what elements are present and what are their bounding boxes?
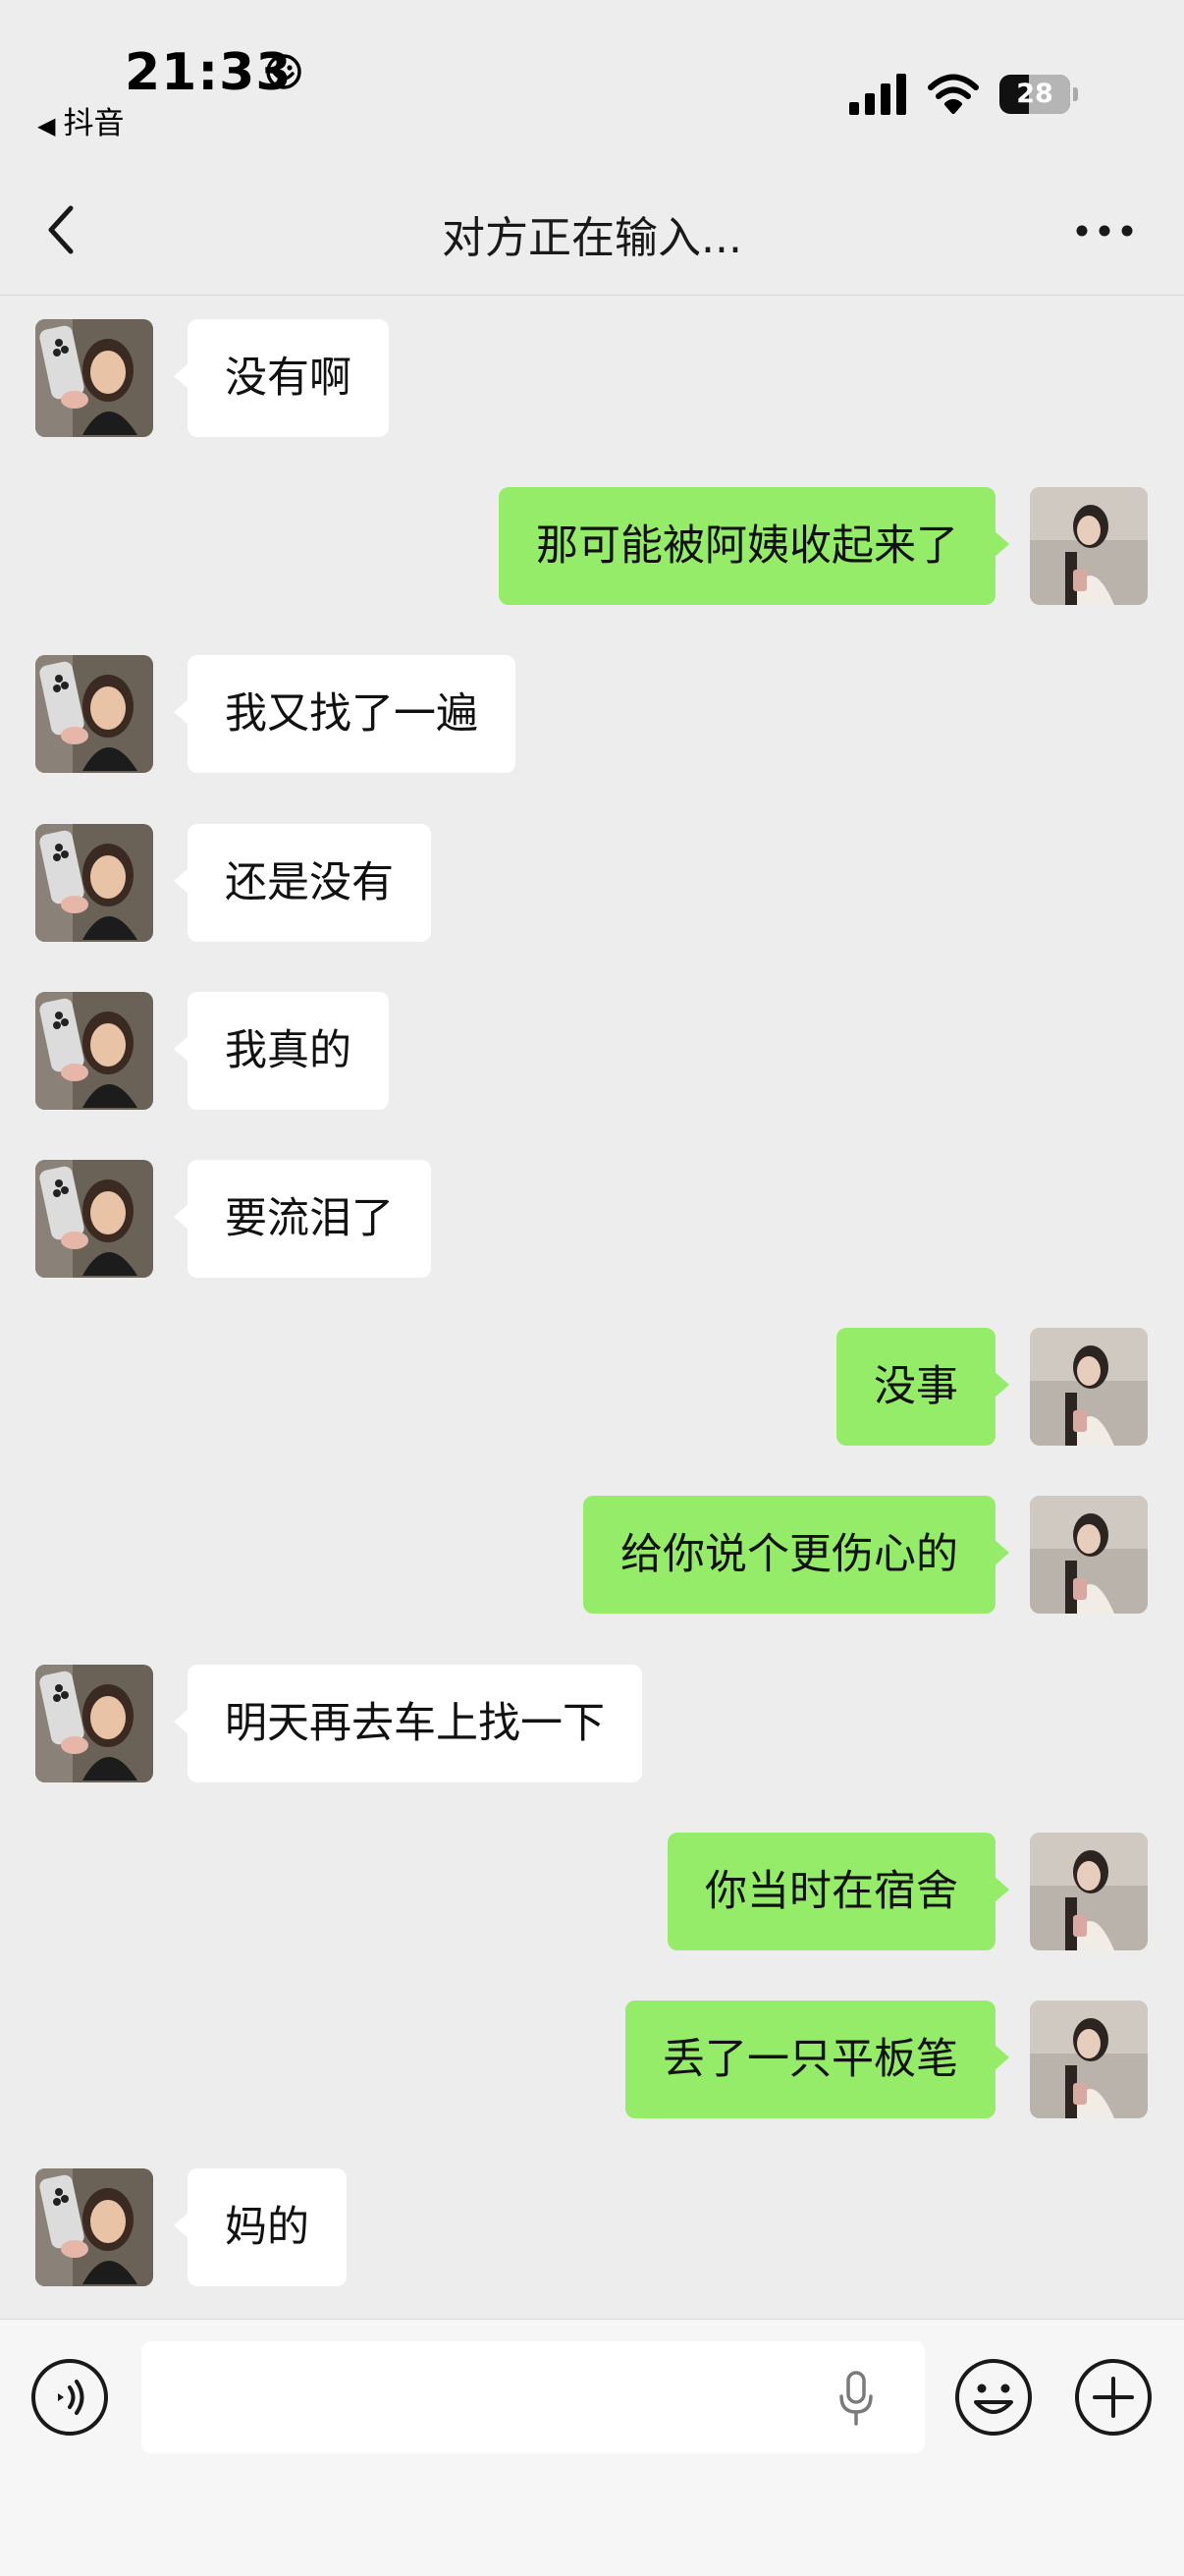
contact-avatar[interactable] bbox=[35, 319, 153, 437]
incoming-message: 明天再去车上找一下 bbox=[0, 1665, 1184, 1782]
message-bubble[interactable]: 给你说个更伤心的 bbox=[583, 1496, 1009, 1614]
contact-avatar[interactable] bbox=[35, 1160, 153, 1278]
contact-avatar[interactable] bbox=[35, 824, 153, 942]
message-bubble[interactable]: 还是没有 bbox=[174, 824, 431, 942]
battery-indicator: 28 bbox=[999, 75, 1078, 114]
incoming-message: 还是没有 bbox=[0, 824, 1184, 942]
smiley-icon bbox=[266, 54, 301, 89]
message-input[interactable] bbox=[141, 2341, 925, 2453]
back-triangle-icon: ◀ bbox=[37, 112, 56, 139]
incoming-message: 我又找了一遍 bbox=[0, 655, 1184, 773]
contact-avatar[interactable] bbox=[35, 655, 153, 773]
cellular-signal-icon bbox=[849, 74, 906, 115]
chat-header: 对方正在输入... bbox=[0, 167, 1184, 296]
outgoing-message: 给你说个更伤心的 bbox=[0, 1496, 1184, 1614]
wifi-icon bbox=[928, 74, 979, 114]
contact-avatar[interactable] bbox=[35, 1665, 153, 1782]
message-bubble[interactable]: 我真的 bbox=[174, 992, 389, 1110]
message-list[interactable]: 没有啊 那可能被阿姨收起来了我又找了一遍 还是没有我真的要流泪了没事给你说个更伤心的… bbox=[0, 296, 1184, 2319]
my-avatar[interactable] bbox=[1030, 1833, 1148, 1950]
microphone-icon[interactable] bbox=[836, 2369, 876, 2428]
plus-icon[interactable] bbox=[1073, 2357, 1154, 2438]
status-bar: 21:33 ◀ 抖音 28 bbox=[0, 0, 1184, 167]
message-bubble[interactable]: 没有啊 bbox=[174, 319, 389, 437]
outgoing-message: 没事 bbox=[0, 1328, 1184, 1446]
incoming-message: 妈的 bbox=[0, 2168, 1184, 2286]
message-bubble[interactable]: 我又找了一遍 bbox=[174, 655, 515, 773]
message-bubble[interactable]: 那可能被阿姨收起来了 bbox=[499, 487, 1009, 605]
message-bubble[interactable]: 要流泪了 bbox=[174, 1160, 431, 1278]
emoji-icon[interactable] bbox=[953, 2357, 1034, 2438]
voice-icon[interactable] bbox=[29, 2357, 110, 2438]
battery-level: 28 bbox=[1016, 79, 1053, 109]
contact-avatar[interactable] bbox=[35, 2168, 153, 2286]
incoming-message: 要流泪了 bbox=[0, 1160, 1184, 1278]
incoming-message: 我真的 bbox=[0, 992, 1184, 1110]
my-avatar[interactable] bbox=[1030, 1328, 1148, 1446]
back-to-app-link[interactable]: ◀ 抖音 bbox=[37, 98, 124, 142]
message-bubble[interactable]: 丢了一只平板笔 bbox=[625, 2001, 1009, 2118]
message-bubble[interactable]: 没事 bbox=[836, 1328, 1009, 1446]
chat-title: 对方正在输入... bbox=[442, 213, 742, 263]
contact-avatar[interactable] bbox=[35, 992, 153, 1110]
my-avatar[interactable] bbox=[1030, 1496, 1148, 1614]
back-app-label: 抖音 bbox=[63, 106, 125, 141]
outgoing-message: 你当时在宿舍 bbox=[0, 1833, 1184, 1950]
more-options-icon[interactable] bbox=[1070, 216, 1139, 246]
input-bar bbox=[0, 2319, 1184, 2576]
my-avatar[interactable] bbox=[1030, 2001, 1148, 2118]
outgoing-message: 丢了一只平板笔 bbox=[0, 2001, 1184, 2118]
message-bubble[interactable]: 你当时在宿舍 bbox=[668, 1833, 1009, 1950]
my-avatar[interactable] bbox=[1030, 487, 1148, 605]
message-bubble[interactable]: 妈的 bbox=[174, 2168, 347, 2286]
incoming-message: 没有啊 bbox=[0, 319, 1184, 437]
outgoing-message: 那可能被阿姨收起来了 bbox=[0, 487, 1184, 605]
message-bubble[interactable]: 明天再去车上找一下 bbox=[174, 1665, 642, 1782]
